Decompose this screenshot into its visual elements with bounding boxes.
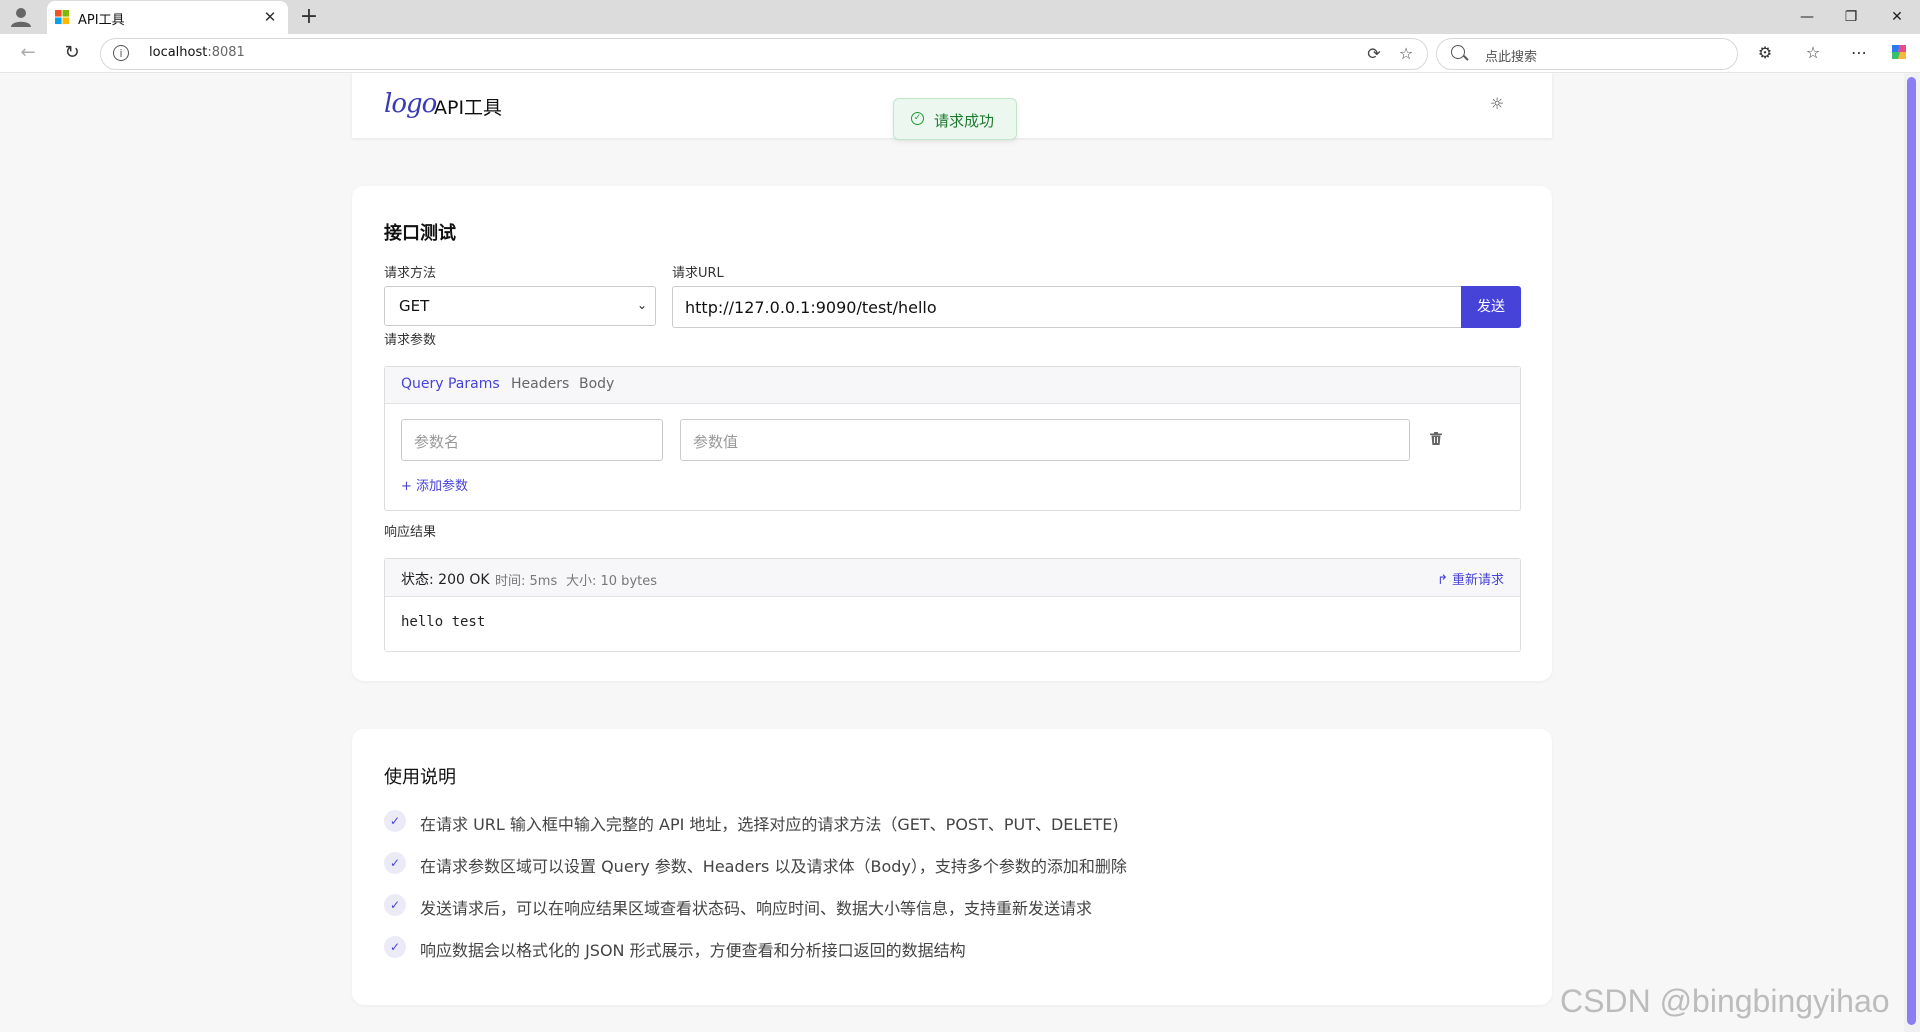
- chevron-down-icon: ⌄: [636, 298, 647, 312]
- favorite-star-icon[interactable]: ☆: [1395, 43, 1417, 65]
- param-name-input[interactable]: 参数名: [401, 419, 663, 461]
- instructions-card: 使用说明 ✓ 在请求 URL 输入框中输入完整的 API 地址，选择对应的请求方…: [352, 729, 1552, 1005]
- send-button[interactable]: 发送: [1461, 286, 1521, 328]
- url-input[interactable]: http://127.0.0.1:9090/test/hello: [672, 286, 1461, 328]
- translate-icon[interactable]: ⟳: [1363, 43, 1385, 65]
- close-window-icon[interactable]: ✕: [1886, 6, 1908, 28]
- back-arrow-icon[interactable]: ←: [16, 41, 40, 65]
- info-icon[interactable]: i: [113, 45, 129, 61]
- check-icon: ✓: [384, 936, 406, 958]
- response-label: 响应结果: [384, 525, 437, 540]
- check-circle-icon: ✓: [911, 112, 924, 125]
- search-placeholder: 点此搜索: [1485, 50, 1538, 65]
- response-body: hello test: [401, 614, 486, 630]
- section-title: 接口测试: [384, 223, 456, 244]
- redo-arrow-icon: ↱: [1436, 573, 1452, 588]
- param-value-placeholder: 参数值: [693, 433, 739, 451]
- url-label: 请求URL: [672, 266, 724, 281]
- tab-headers[interactable]: Headers: [511, 376, 569, 392]
- new-tab-icon[interactable]: +: [297, 5, 321, 29]
- search-icon: [1451, 45, 1465, 59]
- tip-text: 在请求参数区域可以设置 Query 参数、Headers 以及请求体（Body）…: [420, 857, 1127, 876]
- page-viewport: logo API工具 ☼ ✓ 请求成功 接口测试 请求方法 GET ⌄ 请求UR…: [0, 73, 1904, 1032]
- profile-icon[interactable]: [8, 5, 34, 29]
- copilot-icon[interactable]: [1888, 41, 1910, 63]
- reload-icon[interactable]: ↻: [60, 41, 84, 65]
- tab-body[interactable]: Body: [579, 376, 614, 392]
- check-icon: ✓: [384, 852, 406, 874]
- check-icon: ✓: [384, 810, 406, 832]
- windows-favicon-icon: [55, 10, 70, 25]
- response-panel: 状态: 200 OK 时间: 5ms 大小: 10 bytes ↱ 重新请求 h…: [384, 558, 1521, 652]
- resend-button[interactable]: ↱ 重新请求: [1437, 569, 1504, 588]
- tip-text: 响应数据会以格式化的 JSON 形式展示，方便查看和分析接口返回的数据结构: [420, 941, 966, 960]
- tab-title: API工具: [78, 13, 125, 28]
- watermark: CSDN @bingbingyihao: [1560, 983, 1890, 1019]
- method-label: 请求方法: [384, 266, 437, 281]
- close-tab-icon[interactable]: ✕: [260, 7, 280, 27]
- resend-label: 重新请求: [1451, 573, 1504, 588]
- theme-toggle-sun-icon[interactable]: ☼: [1486, 93, 1508, 115]
- address-url: localhost:8081: [149, 45, 245, 60]
- trash-icon[interactable]: [1430, 432, 1442, 445]
- add-param-link[interactable]: + 添加参数: [401, 475, 468, 494]
- param-name-placeholder: 参数名: [414, 433, 460, 451]
- vertical-scrollbar[interactable]: [1904, 73, 1920, 1032]
- tip-text: 发送请求后，可以在响应结果区域查看状态码、响应时间、数据大小等信息，支持重新发送…: [420, 899, 1093, 918]
- extensions-icon[interactable]: ⚙: [1754, 42, 1776, 64]
- restore-icon[interactable]: ❐: [1840, 6, 1862, 28]
- more-menu-icon[interactable]: ⋯: [1848, 42, 1870, 64]
- scrollbar-thumb[interactable]: [1907, 77, 1916, 1025]
- address-bar[interactable]: i localhost:8081 ⟳ ☆: [100, 38, 1428, 70]
- response-time: 时间: 5ms: [495, 574, 558, 589]
- browser-toolbar: ← ↻ i localhost:8081 ⟳ ☆ 点此搜索 ⚙ ☆ ⋯: [0, 34, 1920, 73]
- response-size: 大小: 10 bytes: [566, 574, 658, 589]
- param-value-input[interactable]: 参数值: [680, 419, 1410, 461]
- instructions-title: 使用说明: [384, 767, 456, 788]
- tip-text: 在请求 URL 输入框中输入完整的 API 地址，选择对应的请求方法（GET、P…: [420, 815, 1119, 834]
- minimize-icon[interactable]: —: [1796, 6, 1818, 28]
- params-tabs: Query Params Headers Body: [385, 367, 1520, 404]
- tab-query-params[interactable]: Query Params: [401, 376, 500, 392]
- browser-tab[interactable]: API工具 ✕: [47, 1, 288, 34]
- toast-message: 请求成功: [934, 112, 995, 130]
- favorites-icon[interactable]: ☆: [1802, 42, 1824, 64]
- url-value: http://127.0.0.1:9090/test/hello: [685, 298, 937, 317]
- logo[interactable]: logo: [384, 89, 437, 119]
- browser-search-box[interactable]: 点此搜索: [1436, 38, 1738, 70]
- method-value: GET: [399, 297, 430, 315]
- params-panel: Query Params Headers Body 参数名 参数值 + 添加参数: [384, 366, 1521, 511]
- check-icon: ✓: [384, 894, 406, 916]
- params-label: 请求参数: [384, 333, 437, 348]
- api-test-card: 接口测试 请求方法 GET ⌄ 请求URL http://127.0.0.1:9…: [352, 186, 1552, 681]
- response-status: 状态: 200 OK: [401, 572, 490, 588]
- success-toast: ✓ 请求成功: [893, 98, 1017, 140]
- response-header: 状态: 200 OK 时间: 5ms 大小: 10 bytes ↱ 重新请求: [385, 559, 1520, 597]
- method-select[interactable]: GET ⌄: [384, 286, 656, 326]
- browser-tab-bar: API工具 ✕ + — ❐ ✕: [0, 0, 1920, 34]
- app-title: API工具: [434, 97, 503, 119]
